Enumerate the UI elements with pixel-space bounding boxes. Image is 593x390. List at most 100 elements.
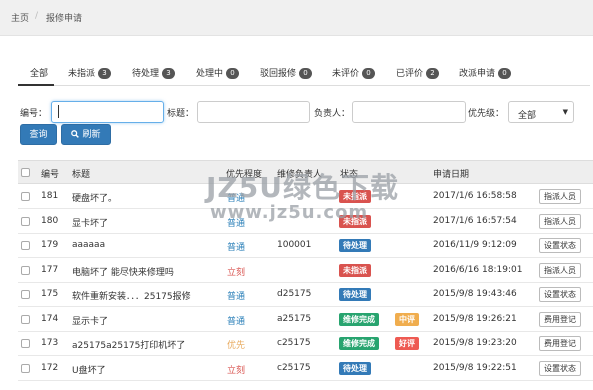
owner-input[interactable] <box>352 101 466 123</box>
table-row[interactable]: 180 显卡坏了 普通 未指派 2017/1/6 16:57:54 指派人员 <box>18 210 593 234</box>
table-row[interactable]: 181 硬盘坏了。 普通 未指派 2017/1/6 16:58:58 指派人员 <box>18 185 593 209</box>
tab-count-badge: 3 <box>162 68 176 79</box>
cell-date: 2015/9/8 19:26:21 <box>433 313 517 324</box>
status-badge: 维修完成 <box>339 312 379 326</box>
tab-rejected[interactable]: 驳回报修 0 <box>260 66 313 79</box>
tab-processing[interactable]: 处理中 0 <box>196 66 240 79</box>
breadcrumb: 主页 / 报修申请 <box>0 0 593 36</box>
cell-owner: d25175 <box>277 289 312 299</box>
title-input[interactable] <box>197 101 310 123</box>
cell-date: 2017/1/6 16:57:54 <box>433 215 517 226</box>
cell-date: 2015/9/8 19:43:46 <box>433 289 517 299</box>
breadcrumb-separator: / <box>35 11 39 21</box>
status-badge: 未指派 <box>339 263 371 277</box>
tab-count-badge: 0 <box>498 68 512 79</box>
search-icon <box>71 125 80 146</box>
cell-owner: a25175 <box>277 313 312 324</box>
tab-label: 已评价 <box>396 69 424 79</box>
chevron-down-icon: ▼ <box>562 108 568 116</box>
cell-id: 175 <box>41 289 59 299</box>
table-row[interactable]: 177 电脑坏了 能尽快来修理吗 立刻 未指派 2016/6/16 18:19:01 指派… <box>18 259 593 283</box>
select-all-checkbox[interactable] <box>21 168 30 177</box>
column-header-owner: 维修负责人 <box>277 170 323 180</box>
cell-id: 173 <box>41 338 59 348</box>
tab-unassigned[interactable]: 未指派 3 <box>68 66 112 79</box>
row-checkbox[interactable] <box>21 216 30 226</box>
row-action-button[interactable]: 指派人员 <box>539 213 581 229</box>
row-checkbox[interactable] <box>21 363 30 373</box>
tab-count-badge: 3 <box>98 68 112 79</box>
cell-owner: c25175 <box>277 338 311 348</box>
status-tabs: 全部 未指派 3 待处理 3 处理中 0 驳回报修 0 未评价 0 已评价 2 改派申请 0 <box>20 60 590 86</box>
tab-rated[interactable]: 已评价 2 <box>396 66 440 79</box>
tab-count-badge: 0 <box>299 68 313 79</box>
cell-date: 2015/9/8 19:22:51 <box>433 362 517 373</box>
status-badge: 待处理 <box>339 239 371 252</box>
row-checkbox[interactable] <box>21 290 30 299</box>
row-checkbox[interactable] <box>21 192 30 201</box>
priority-select-value: 全部 <box>518 111 537 121</box>
cell-priority: 立刻 <box>227 267 246 278</box>
cell-date: 2017/1/6 16:58:58 <box>433 191 517 201</box>
cell-priority: 普通 <box>227 243 246 253</box>
table-row[interactable]: 172 U盘坏了 立刻 c25175 待处理 2015/9/8 19:22:51 设置状态 <box>18 357 593 381</box>
column-header-status: 状态 <box>340 170 359 180</box>
breadcrumb-home-link[interactable]: 主页 <box>11 11 29 24</box>
cell-title: a25175a25175打印机坏了 <box>72 341 186 351</box>
priority-select[interactable]: 全部 ▼ <box>508 101 574 123</box>
active-tab-indicator <box>18 84 54 86</box>
status-badge: 待处理 <box>339 288 371 301</box>
number-label: 编号： <box>20 109 48 119</box>
refresh-button-label: 刷新 <box>82 130 101 140</box>
table-row[interactable]: 173 a25175a25175打印机坏了 优先 c25175 维修完成 好评 2015/9… <box>18 332 593 356</box>
row-action-button[interactable]: 设置状态 <box>539 360 581 376</box>
cell-priority: 普通 <box>227 316 246 327</box>
cell-priority: 普通 <box>227 194 246 204</box>
row-action-button[interactable]: 费用登记 <box>539 311 581 327</box>
cell-priority: 普通 <box>227 218 246 229</box>
tab-label: 驳回报修 <box>260 69 297 79</box>
tab-count-badge: 0 <box>226 68 240 79</box>
status-badge: 未指派 <box>339 190 371 203</box>
table-row[interactable]: 175 软件重新安装．．．25175报修 普通 d25175 待处理 2015/9/8 1… <box>18 283 593 307</box>
row-action-button[interactable]: 费用登记 <box>539 336 581 351</box>
row-action-button[interactable]: 设置状态 <box>539 238 581 253</box>
cell-title: 软件重新安装．．．25175报修 <box>72 292 191 302</box>
filter-bar: 编号： 标题： 负责人： 优先级： <box>0 99 593 125</box>
table-row[interactable]: 174 显示卡了 普通 a25175 维修完成 中评 2015/9/8 19:26:21 费用… <box>18 308 593 332</box>
tab-pending[interactable]: 待处理 3 <box>132 66 176 79</box>
cell-date: 2015/9/8 19:23:20 <box>433 338 517 348</box>
priority-label: 优先级： <box>468 109 505 119</box>
query-button-label: 查询 <box>29 130 48 140</box>
tab-label: 未指派 <box>68 69 96 79</box>
owner-label: 负责人： <box>314 109 351 119</box>
cell-priority: 优先 <box>227 341 246 351</box>
row-checkbox[interactable] <box>21 265 30 275</box>
tab-all[interactable]: 全部 <box>30 66 48 79</box>
query-button[interactable]: 查询 <box>20 124 57 145</box>
row-action-button[interactable]: 设置状态 <box>539 287 581 302</box>
title-label: 标题： <box>167 109 195 119</box>
table-header: 编号 标题 优先程度 维修负责人 状态 申请日期 <box>18 160 593 184</box>
cell-title: 硬盘坏了。 <box>72 194 118 204</box>
tab-reassign-requests[interactable]: 改派申请 0 <box>459 66 512 79</box>
row-action-button[interactable]: 指派人员 <box>539 189 581 204</box>
rating-badge: 好评 <box>395 337 419 350</box>
tab-unrated[interactable]: 未评价 0 <box>332 66 376 79</box>
row-checkbox[interactable] <box>21 314 30 324</box>
tab-count-badge: 0 <box>362 68 376 79</box>
text-caret <box>58 105 59 118</box>
refresh-button[interactable]: 刷新 <box>61 124 111 145</box>
column-header-id: 编号 <box>41 170 60 180</box>
row-action-button[interactable]: 指派人员 <box>539 262 581 278</box>
cell-title: 显卡坏了 <box>72 218 109 229</box>
number-input[interactable] <box>51 101 164 123</box>
breadcrumb-current: 报修申请 <box>46 14 83 24</box>
table-row[interactable]: 179 aaaaaa 普通 100001 待处理 2016/11/9 9:12:09 设置状… <box>18 234 593 258</box>
tab-label: 处理中 <box>196 69 224 79</box>
row-checkbox[interactable] <box>21 241 30 250</box>
row-checkbox[interactable] <box>21 339 30 348</box>
tab-label: 待处理 <box>132 69 160 79</box>
status-badge: 待处理 <box>339 361 371 375</box>
cell-id: 172 <box>41 362 59 373</box>
